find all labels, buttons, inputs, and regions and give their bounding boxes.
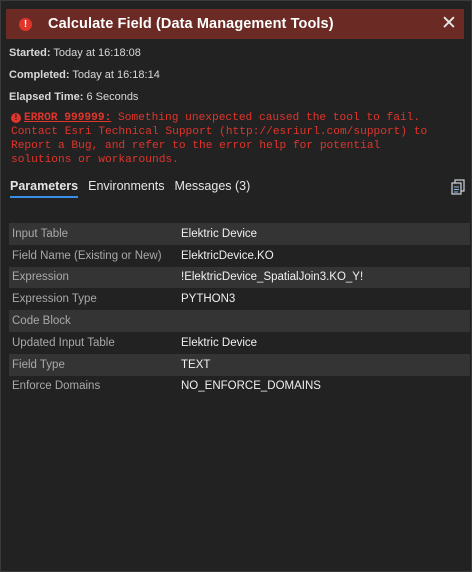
param-name: Expression Type xyxy=(12,293,97,306)
elapsed-value: 6 Seconds xyxy=(86,91,139,103)
close-button[interactable]: ✕ xyxy=(440,14,458,34)
param-name: Field Name (Existing or New) xyxy=(12,249,162,262)
error-code-link[interactable]: ERROR 999999: xyxy=(24,112,111,124)
started-value: Today at 16:18:08 xyxy=(53,47,141,59)
completed-row: Completed: Today at 16:18:14 xyxy=(9,69,160,81)
param-value: Elektric Device xyxy=(181,336,258,349)
param-row-code-block: Code Block xyxy=(9,310,470,332)
started-row: Started: Today at 16:18:08 xyxy=(9,47,141,59)
param-value: Elektric Device xyxy=(181,227,258,240)
error-line-1: Something unexpected caused the tool to … xyxy=(118,112,421,124)
param-value: !ElektricDevice_SpatialJoin3.KO_Y! xyxy=(181,271,364,284)
error-line-2: Contact Esri Technical Support (http://e… xyxy=(11,126,428,138)
title-bar: ! Calculate Field (Data Management Tools… xyxy=(6,9,464,39)
started-label: Started: xyxy=(9,47,51,59)
completed-value: Today at 16:18:14 xyxy=(72,69,160,81)
error-message: ! ERROR 999999: Something unexpected caus… xyxy=(11,111,451,167)
parameters-table: Input Table Elektric Device Field Name (… xyxy=(9,223,470,397)
tab-environments[interactable]: Environments xyxy=(88,179,164,198)
window-title: Calculate Field (Data Management Tools) xyxy=(48,16,334,32)
param-name: Field Type xyxy=(12,358,65,371)
param-row-field-type: Field Type TEXT xyxy=(9,353,470,376)
tab-messages[interactable]: Messages (3) xyxy=(175,179,251,198)
copy-icon[interactable] xyxy=(451,179,465,195)
param-value: NO_ENFORCE_DOMAINS xyxy=(181,380,321,393)
param-value: PYTHON3 xyxy=(181,293,236,306)
param-name: Enforce Domains xyxy=(12,380,101,393)
param-name: Expression xyxy=(12,271,69,284)
error-icon: ! xyxy=(19,17,32,31)
tab-parameters[interactable]: Parameters xyxy=(10,179,79,198)
param-value: ElektricDevice.KO xyxy=(181,249,274,262)
param-row-enforce-domains: Enforce Domains NO_ENFORCE_DOMAINS xyxy=(9,376,470,398)
error-line-3: Report a Bug, and refer to the error hel… xyxy=(11,140,381,152)
dialog-window: ! Calculate Field (Data Management Tools… xyxy=(0,0,472,572)
elapsed-row: Elapsed Time: 6 Seconds xyxy=(9,91,138,103)
completed-label: Completed: xyxy=(9,69,70,81)
param-row-expression-type: Expression Type PYTHON3 xyxy=(9,288,470,310)
param-row-updated-input-table: Updated Input Table Elektric Device xyxy=(9,332,470,354)
param-row-input-table: Input Table Elektric Device xyxy=(9,223,470,245)
param-value: TEXT xyxy=(181,358,211,371)
error-icon: ! xyxy=(11,113,21,123)
error-line-4: solutions or workarounds. xyxy=(11,154,179,166)
param-name: Input Table xyxy=(12,227,69,240)
param-name: Updated Input Table xyxy=(12,336,115,349)
tab-bar: Parameters Environments Messages (3) xyxy=(10,179,260,198)
param-row-field-name: Field Name (Existing or New) ElektricDev… xyxy=(9,245,470,267)
elapsed-label: Elapsed Time: xyxy=(9,91,84,103)
param-name: Code Block xyxy=(12,315,71,328)
param-row-expression: Expression !ElektricDevice_SpatialJoin3.… xyxy=(9,266,470,289)
